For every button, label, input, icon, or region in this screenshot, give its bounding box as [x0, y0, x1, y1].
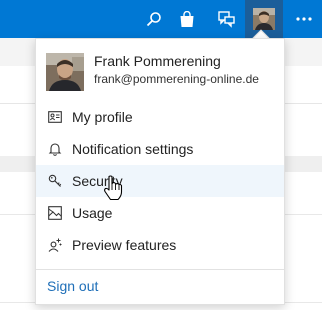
account-menu: Frank Pommerening frank@pommerening-onli…	[35, 38, 285, 305]
marketplace-button[interactable]	[172, 0, 202, 38]
key-icon	[48, 174, 62, 187]
contact-card-icon	[48, 111, 62, 123]
sparkle-user-icon	[48, 238, 62, 252]
menu-divider	[36, 269, 284, 270]
menu-item-label: Usage	[72, 205, 113, 221]
top-bar	[0, 0, 322, 38]
feedback-icon	[217, 10, 235, 28]
search-button[interactable]	[140, 0, 168, 38]
hand-cursor-icon	[104, 175, 123, 201]
user-name: Frank Pommerening	[94, 53, 221, 69]
menu-item-security[interactable]: Security	[36, 165, 284, 197]
menu-item-label: Notification settings	[72, 141, 194, 157]
search-icon	[146, 12, 161, 27]
menu-item-usage[interactable]: Usage	[36, 197, 284, 229]
avatar	[253, 8, 275, 30]
menu-item-notification-settings[interactable]: Notification settings	[36, 133, 284, 165]
sign-out-link[interactable]: Sign out	[47, 278, 98, 294]
feedback-button[interactable]	[211, 0, 241, 38]
more-icon	[296, 17, 312, 21]
image-icon	[48, 206, 62, 220]
menu-item-preview-features[interactable]: Preview features	[36, 229, 284, 261]
menu-item-my-profile[interactable]: My profile	[36, 101, 284, 133]
menu-item-label: Preview features	[72, 237, 177, 253]
shopping-bag-icon	[180, 10, 194, 27]
profile-picture	[46, 53, 84, 91]
user-email: frank@pommerening-online.de	[94, 72, 259, 86]
bell-icon	[48, 143, 62, 156]
menu-item-label: My profile	[72, 109, 133, 125]
more-button[interactable]	[286, 0, 322, 38]
